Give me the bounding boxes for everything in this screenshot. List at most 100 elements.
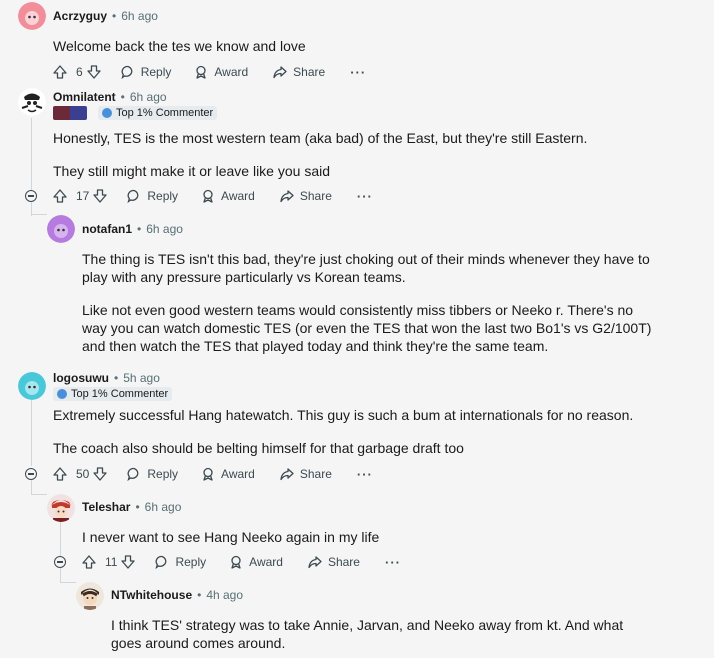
share-icon xyxy=(280,190,294,203)
reply-icon xyxy=(121,65,133,79)
comment-body: I never want to see Hang Neeko again in … xyxy=(82,528,682,546)
comment-paragraph: Like not even good western teams would c… xyxy=(82,302,652,354)
thread-line xyxy=(60,582,76,583)
collapse-thread-button[interactable] xyxy=(54,556,66,568)
award-icon xyxy=(231,555,241,569)
collapse-thread-button[interactable] xyxy=(25,468,37,480)
top-commenter-badge: Top 1% Commenter xyxy=(98,106,218,120)
comment-actions: 11 Reply Award Share ··· xyxy=(82,551,401,573)
comment-actions: 50 Reply Award Share ··· xyxy=(53,463,373,485)
username[interactable]: notafan1 xyxy=(82,222,132,236)
award-button[interactable]: Award xyxy=(229,555,283,569)
comment-actions: 6 Reply Award Share ··· xyxy=(53,61,366,83)
downvote-button[interactable] xyxy=(121,555,136,569)
downvote-icon xyxy=(121,555,136,569)
comment-paragraph: The coach also should be belting himself… xyxy=(53,440,464,456)
more-options-button[interactable]: ··· xyxy=(350,65,366,80)
reply-button[interactable]: Reply xyxy=(121,65,171,79)
top-commenter-badge: Top 1% Commenter xyxy=(53,387,173,401)
avatar[interactable] xyxy=(18,88,46,116)
share-button[interactable]: Share xyxy=(273,65,325,79)
comment-paragraph: Honestly, TES is the most western team (… xyxy=(53,130,588,146)
timestamp[interactable]: 4h ago xyxy=(206,588,243,602)
timestamp[interactable]: 6h ago xyxy=(145,500,182,514)
more-options-button[interactable]: ··· xyxy=(357,189,373,204)
comment-paragraph: I never want to see Hang Neeko again in … xyxy=(82,529,380,545)
avatar[interactable] xyxy=(47,215,75,243)
downvote-icon xyxy=(93,189,108,203)
username[interactable]: NTwhitehouse xyxy=(111,588,192,602)
comment-body: Welcome back the tes we know and love xyxy=(53,37,693,55)
comment-body: The thing is TES isn't this bad, they're… xyxy=(82,250,652,355)
user-flair-image xyxy=(53,106,87,120)
comment-body: Honestly, TES is the most western team (… xyxy=(53,129,693,180)
thread-line xyxy=(31,480,32,494)
share-button[interactable]: Share xyxy=(308,555,360,569)
upvote-button[interactable] xyxy=(53,467,67,481)
downvote-icon xyxy=(87,65,101,79)
reply-button[interactable]: Reply xyxy=(127,189,178,203)
share-icon xyxy=(273,66,287,79)
downvote-icon xyxy=(93,467,108,481)
username[interactable]: logosuwu xyxy=(53,371,109,385)
commenter-badge-icon xyxy=(102,108,112,118)
collapse-thread-button[interactable] xyxy=(25,190,37,202)
downvote-button[interactable] xyxy=(93,467,108,481)
share-icon xyxy=(280,468,294,481)
award-button[interactable]: Award xyxy=(194,65,248,79)
reply-icon xyxy=(127,189,139,203)
comment-body: Extremely successful Hang hatewatch. Thi… xyxy=(53,406,693,457)
avatar[interactable] xyxy=(47,494,75,522)
award-icon xyxy=(196,65,207,79)
commenter-badge-icon xyxy=(57,389,67,399)
thread-line xyxy=(31,214,47,215)
share-icon xyxy=(308,556,322,569)
timestamp[interactable]: 6h ago xyxy=(146,222,183,236)
avatar[interactable] xyxy=(76,582,104,610)
avatar[interactable] xyxy=(18,2,46,30)
reply-button[interactable]: Reply xyxy=(127,467,178,481)
username[interactable]: Teleshar xyxy=(82,500,130,514)
comment-paragraph: Welcome back the tes we know and love xyxy=(53,38,306,54)
timestamp[interactable]: 6h ago xyxy=(121,9,158,23)
share-button[interactable]: Share xyxy=(280,189,332,203)
upvote-icon xyxy=(53,65,67,79)
upvote-button[interactable] xyxy=(53,65,67,79)
comment-body: I think TES' strategy was to take Annie,… xyxy=(111,616,656,652)
downvote-button[interactable] xyxy=(87,65,101,79)
reply-icon xyxy=(155,555,167,569)
timestamp[interactable]: 6h ago xyxy=(130,90,167,104)
upvote-icon xyxy=(53,467,67,481)
upvote-icon xyxy=(82,555,96,569)
thread-line xyxy=(60,568,61,582)
avatar[interactable] xyxy=(18,372,46,400)
reply-button[interactable]: Reply xyxy=(155,555,206,569)
upvote-button[interactable] xyxy=(53,189,67,203)
comment-actions: 17 Reply Award Share ··· xyxy=(53,185,373,207)
username[interactable]: Acrzyguy xyxy=(53,9,107,23)
award-button[interactable]: Award xyxy=(201,189,255,203)
award-button[interactable]: Award xyxy=(201,467,255,481)
thread-line xyxy=(31,118,32,190)
timestamp[interactable]: 5h ago xyxy=(123,371,160,385)
share-button[interactable]: Share xyxy=(280,467,332,481)
username[interactable]: Omnilatent xyxy=(53,90,116,104)
award-icon xyxy=(203,189,213,203)
thread-line xyxy=(31,398,32,466)
reply-icon xyxy=(127,467,139,481)
vote-count: 6 xyxy=(76,65,83,79)
upvote-button[interactable] xyxy=(82,555,96,569)
comment-paragraph: They still might make it or leave like y… xyxy=(53,163,330,179)
downvote-button[interactable] xyxy=(93,189,108,203)
comment-paragraph: I think TES' strategy was to take Annie,… xyxy=(111,617,624,651)
vote-count: 17 xyxy=(76,189,90,203)
comment-paragraph: Extremely successful Hang hatewatch. Thi… xyxy=(53,407,634,423)
award-icon xyxy=(203,467,213,481)
more-options-button[interactable]: ··· xyxy=(357,467,373,482)
more-options-button[interactable]: ··· xyxy=(385,555,401,570)
vote-count: 50 xyxy=(76,467,90,481)
vote-count: 11 xyxy=(105,555,118,569)
comment-paragraph: The thing is TES isn't this bad, they're… xyxy=(82,251,650,285)
upvote-icon xyxy=(53,189,67,203)
thread-line xyxy=(31,494,47,495)
